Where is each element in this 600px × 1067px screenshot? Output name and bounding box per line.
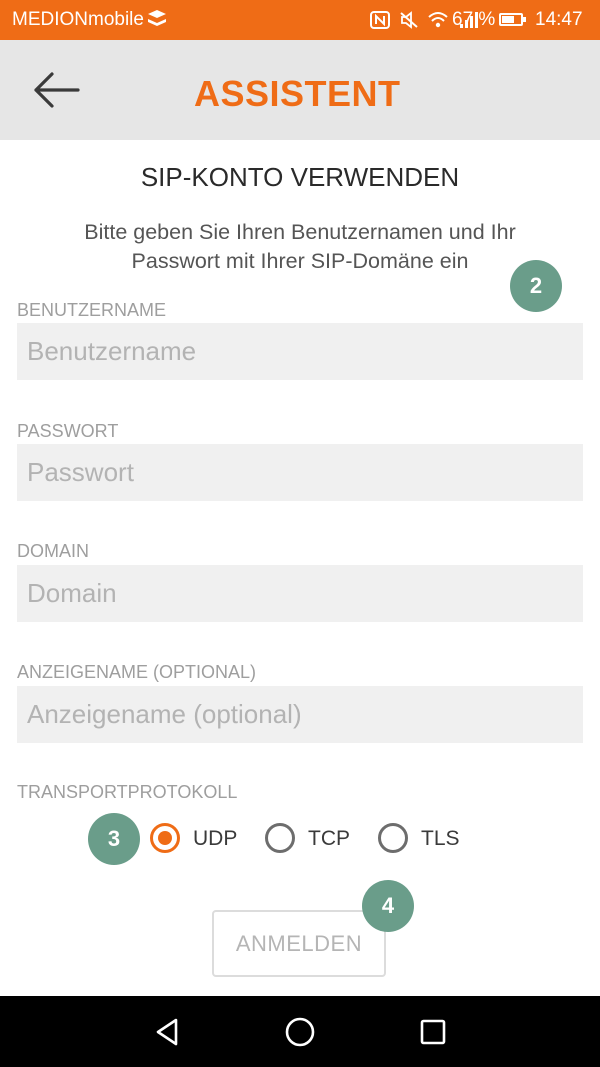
battery-percent: 67 %	[452, 9, 496, 30]
password-field[interactable]	[17, 444, 583, 501]
back-button[interactable]	[30, 68, 90, 112]
section-heading: SIP-KONTO VERWENDEN	[140, 162, 460, 192]
login-button[interactable]: ANMELDEN	[212, 910, 386, 977]
status-bar: MEDIONmobile 67 % 14:47	[0, 0, 600, 40]
mute-icon	[400, 10, 418, 29]
annotation-badge-3: 3	[88, 813, 140, 865]
display-name-field[interactable]	[17, 686, 583, 743]
display-name-label: ANZEIGENAME (OPTIONAL)	[17, 662, 257, 682]
battery-icon	[499, 13, 526, 26]
radio-tls-label: TLS	[421, 827, 460, 850]
clock: 14:47	[535, 9, 583, 30]
wifi-icon	[428, 11, 449, 27]
annotation-badge-4: 4	[362, 880, 414, 932]
back-triangle-icon	[156, 1018, 178, 1046]
instruction-text: Bitte geben Sie Ihren Benutzernamen und …	[84, 220, 516, 273]
nav-recents-button[interactable]	[415, 1014, 451, 1050]
home-circle-icon	[285, 1017, 315, 1047]
carrier-logo-icon	[146, 10, 168, 33]
domain-label: DOMAIN	[17, 541, 89, 561]
domain-field[interactable]	[17, 565, 583, 622]
page-title: ASSISTENT	[194, 73, 401, 114]
annotation-badge-2: 2	[510, 260, 562, 312]
radio-unselected-icon	[378, 823, 408, 853]
username-field[interactable]	[17, 323, 583, 380]
nav-back-button[interactable]	[150, 1014, 186, 1050]
carrier-name: MEDIONmobile	[12, 9, 144, 30]
recents-square-icon	[420, 1019, 446, 1045]
radio-udp-label: UDP	[193, 827, 238, 850]
nav-home-button[interactable]	[282, 1014, 318, 1050]
transport-label: TRANSPORTPROTOKOLL	[17, 782, 238, 802]
radio-selected-icon	[150, 823, 180, 853]
nfc-icon	[370, 10, 390, 29]
radio-unselected-icon	[265, 823, 295, 853]
password-label: PASSWORT	[17, 421, 119, 441]
back-arrow-icon	[34, 72, 80, 108]
app-bar: ASSISTENT	[0, 40, 600, 140]
system-nav-bar	[0, 996, 600, 1067]
radio-tcp-label: TCP	[308, 827, 350, 850]
username-label: BENUTZERNAME	[17, 300, 167, 320]
